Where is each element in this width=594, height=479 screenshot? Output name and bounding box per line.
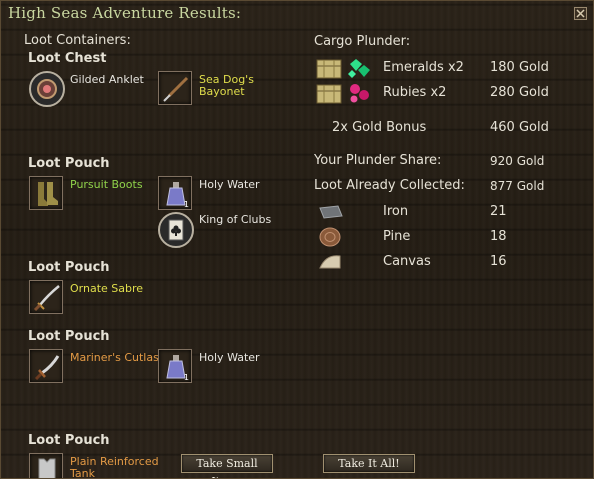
cargo-plunder-heading: Cargo Plunder: [314,34,411,49]
item-label-king-of-clubs: King of Clubs [199,213,272,226]
cargo-value-emeralds: 180 Gold [490,60,549,75]
holy-water-slot[interactable]: 1 [158,349,192,383]
window-title: High Seas Adventure Results: [8,4,242,22]
emerald-icon [346,56,376,80]
cargo-label-emeralds: Emeralds x2 [383,60,464,75]
material-label-canvas: Canvas [383,254,431,269]
material-label-iron: Iron [383,204,409,219]
item-label-pursuit-boots: Pursuit Boots [70,178,143,191]
item-label-gilded-anklet: Gilded Anklet [70,73,144,86]
gold-bonus-label: 2x Gold Bonus [332,120,427,135]
item-count: 1 [183,373,189,382]
already-collected-value: 877 Gold [490,179,545,193]
container-title: Loot Chest [28,51,107,66]
material-value-canvas: 16 [490,254,507,269]
container-title: Loot Pouch [28,156,110,171]
treasure-chest-icon [315,56,345,80]
cutlass-icon [34,355,60,381]
sabre-icon [33,285,60,312]
container-title: Loot Pouch [28,433,110,448]
pursuit-boots-slot[interactable] [29,176,63,210]
item-label-ornate-sabre: Ornate Sabre [70,282,144,295]
playing-card-icon [168,219,184,241]
ornate-sabre-slot[interactable] [29,280,63,314]
item-label-holy-water: Holy Water [199,178,260,191]
ruby-icon [346,81,376,105]
iron-ingot-icon [316,200,346,224]
treasure-chest-icon [315,81,345,105]
container-title: Loot Pouch [28,260,110,275]
container-title: Loot Pouch [28,329,110,344]
take-small-items-button[interactable]: Take Small Items [181,454,273,478]
bayonet-icon [163,76,189,102]
take-it-all-button[interactable]: Take It All! [323,454,415,473]
close-icon[interactable] [574,7,587,20]
mariners-cutlass-slot[interactable] [29,349,63,383]
material-label-pine: Pine [383,229,411,244]
canvas-cloth-icon [316,250,346,274]
gilded-anklet-slot[interactable] [29,71,65,107]
plunder-share-value: 920 Gold [490,154,545,168]
anklet-icon [37,79,57,99]
item-label-sea-dogs-bayonet: Sea Dog's Bayonet [199,73,254,98]
gold-bonus-value: 460 Gold [490,120,549,135]
sea-dogs-bayonet-slot[interactable] [158,71,192,105]
plunder-share-label: Your Plunder Share: [314,153,442,168]
material-value-iron: 21 [490,204,507,219]
loot-containers-heading: Loot Containers: [24,33,131,48]
already-collected-label: Loot Already Collected: [314,178,465,193]
plain-reinforced-tank-slot[interactable] [29,453,63,478]
king-of-clubs-slot[interactable] [158,212,194,248]
material-value-pine: 18 [490,229,507,244]
item-label-plain-reinforced-tank: Plain Reinforced Tank [70,455,159,479]
pine-log-icon [316,225,346,249]
high-seas-results-window: High Seas Adventure Results: Loot Contai… [0,0,594,479]
item-count: 1 [183,200,189,209]
boots-icon [38,182,58,206]
cargo-value-rubies: 280 Gold [490,85,549,100]
holy-water-slot[interactable]: 1 [158,176,192,210]
item-label-mariners-cutlass: Mariner's Cutlass [70,351,165,364]
tank-armor-icon [38,458,56,478]
cargo-label-rubies: Rubies x2 [383,85,447,100]
item-label-holy-water: Holy Water [199,351,260,364]
